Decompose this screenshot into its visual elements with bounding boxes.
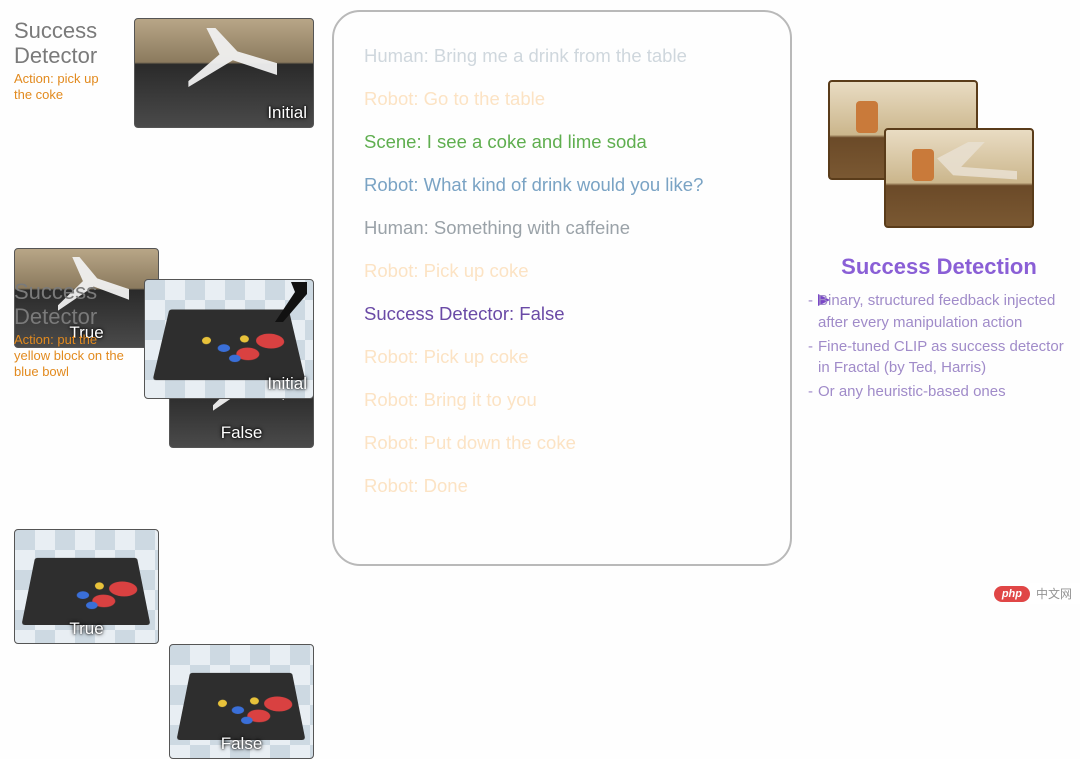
thumb-label: Initial (267, 374, 307, 394)
thumb-sim-initial: Initial (144, 279, 314, 399)
chat-line-robot: Robot: Pick up coke (364, 259, 764, 283)
detection-thumbs (828, 80, 1070, 242)
chat-line-robot: Robot: Bring it to you (364, 388, 764, 412)
detector-title: Success Detector (14, 279, 129, 330)
watermark-badge: php (994, 586, 1030, 602)
bullet-item: Fine-tuned CLIP as success detector in F… (808, 336, 1070, 380)
chat-line-detector: Success Detector: False (364, 302, 764, 326)
chat-line-robot: Robot: Done (364, 474, 764, 498)
thumb-table-after (884, 128, 1034, 228)
success-detection-panel: Success Detection Binary, structured fee… (808, 80, 1070, 405)
thumb-label: True (69, 619, 103, 639)
bullet-item: Or any heuristic-based ones (808, 381, 1070, 403)
left-demonstrations: Success Detector Action: pick up the cok… (14, 18, 324, 534)
chat-line-robot: Robot: Pick up coke (364, 345, 764, 369)
thumb-sim-false: False (169, 644, 314, 759)
watermark-text: 中文网 (1030, 583, 1080, 604)
site-watermark: php 中文网 (994, 583, 1080, 604)
detector-title: Success Detector (14, 18, 124, 69)
action-caption: Action: pick up the coke (14, 71, 114, 104)
thumb-label: Initial (267, 103, 307, 123)
detection-bullets: Binary, structured feedback injected aft… (808, 290, 1070, 403)
detector-block-lab: Success Detector Action: pick up the cok… (14, 18, 324, 243)
thumb-lab-initial: Initial (134, 18, 314, 128)
chat-line-scene: Scene: I see a coke and lime soda (364, 130, 764, 154)
chat-line-human: Human: Something with caffeine (364, 216, 764, 240)
dialogue-panel: Human: Bring me a drink from the table R… (332, 10, 792, 566)
thumb-sim-true: True (14, 529, 159, 644)
action-caption: Action: put the yellow block on the blue… (14, 332, 126, 381)
chat-line-robot: Robot: Put down the coke (364, 431, 764, 455)
thumb-label: False (221, 734, 263, 754)
bullet-item: Binary, structured feedback injected aft… (808, 290, 1070, 334)
chat-line-robot: Robot: Go to the table (364, 87, 764, 111)
detector-block-sim: Success Detector Action: put the yellow … (14, 279, 324, 504)
chat-line-human: Human: Bring me a drink from the table (364, 44, 764, 68)
chat-line-robot: Robot: What kind of drink would you like… (364, 173, 764, 197)
detection-title: Success Detection (808, 254, 1070, 280)
